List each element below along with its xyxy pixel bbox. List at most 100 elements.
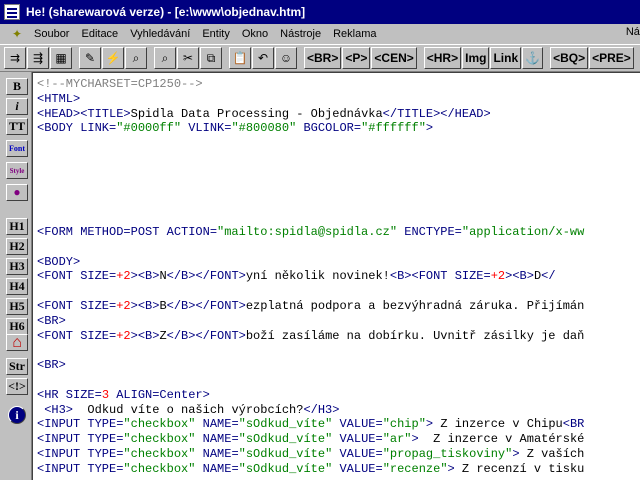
code-token: +2	[116, 328, 131, 343]
code-line[interactable]: <BR>	[37, 314, 66, 328]
code-token: Spidla Data Processing - Objednávka	[130, 106, 383, 121]
menu-entity[interactable]: Entity	[196, 28, 236, 40]
image-icon[interactable]: ▦	[50, 47, 72, 69]
cut-icon[interactable]: ✂	[177, 47, 199, 69]
code-token: <H3>	[37, 402, 74, 417]
lightning-icon[interactable]: ⚡	[102, 47, 124, 69]
document-system-icon[interactable]: ✦	[10, 27, 24, 41]
code-token: VALUE=	[332, 447, 383, 461]
code-token: "#ffffff"	[361, 121, 426, 136]
tile-windows-icon[interactable]: ⇉	[4, 47, 26, 69]
font-button[interactable]: Font	[6, 140, 28, 157]
menu-editace[interactable]: Editace	[75, 28, 124, 40]
anchor-tag-button[interactable]: ⚓	[522, 47, 544, 69]
strong-button[interactable]: Str	[6, 358, 28, 375]
code-token: Z inzerce v Chipu	[433, 417, 563, 432]
code-line[interactable]: <!--MYCHARSET=CP1250-->	[37, 77, 203, 91]
h6-button[interactable]: H6	[6, 318, 28, 335]
menu-okno[interactable]: Okno	[236, 28, 274, 40]
code-line[interactable]: <INPUT TYPE="checkbox" NAME="sOdkud_víte…	[37, 447, 584, 461]
code-line[interactable]: <H3> Odkud víte o našich výrobcích?</H3>	[37, 403, 339, 417]
p-tag-button[interactable]: <P>	[342, 47, 371, 69]
br-tag-button[interactable]: <BR>	[304, 47, 342, 69]
menu-vyhledavani[interactable]: Vyhledávání	[124, 28, 196, 40]
bold-button[interactable]: B	[6, 78, 28, 95]
hr-tag-button[interactable]: <HR>	[423, 47, 462, 69]
main-toolbar: ⇉ ⇶ ▦ ✎ ⚡ ⌕ ⌕ ✂ ⧉ 📋 ↶ ☺ <BR> <P> <CEN> <HR> Img Link ⚓ <BQ>…	[0, 44, 640, 72]
code-token: VALUE=	[332, 432, 383, 447]
style-button[interactable]: Style	[6, 162, 28, 179]
teletype-button[interactable]: TT	[6, 118, 28, 135]
comment-button[interactable]: <!>	[6, 378, 28, 395]
code-token: BGCOLOR=	[296, 121, 362, 136]
menu-reklama[interactable]: Reklama	[327, 28, 382, 40]
code-line[interactable]: <FORM METHOD=POST ACTION="mailto:spidla@…	[37, 225, 584, 239]
code-token: </H3>	[303, 402, 340, 417]
code-line[interactable]: <HR SIZE=3 ALIGN=Center>	[37, 388, 210, 402]
code-token: ><B>	[130, 299, 160, 313]
code-line[interactable]: <HEAD><TITLE>Spidla Data Processing - Ob…	[37, 107, 491, 121]
code-token: boží zasíláme na dobírku. Uvnitř zásilky…	[245, 328, 585, 343]
code-token: <HEAD><TITLE>	[37, 106, 131, 121]
code-token: ALIGN=Center>	[109, 387, 210, 402]
pre-tag-button[interactable]: <PRE>	[589, 47, 634, 69]
code-token: "sOdkud_víte"	[238, 447, 333, 461]
code-token: <INPUT TYPE=	[37, 461, 124, 476]
code-token: </B></FONT>	[166, 299, 246, 313]
code-token: "checkbox"	[123, 417, 196, 432]
code-editor[interactable]: <!--MYCHARSET=CP1250--> <HTML> <HEAD><TITL…	[32, 72, 640, 480]
code-token: <INPUT TYPE=	[37, 432, 124, 447]
code-line[interactable]: <INPUT TYPE="checkbox" NAME="sOdkud_víte…	[37, 462, 584, 476]
h4-button[interactable]: H4	[6, 278, 28, 295]
code-token: >	[411, 432, 419, 447]
code-line[interactable]: <FONT SIZE=+2><B>N</B></FONT>yní několik…	[37, 269, 556, 283]
code-token: Z	[159, 328, 167, 343]
code-token: </TITLE></HEAD>	[382, 106, 491, 121]
code-token: VALUE=	[332, 417, 383, 432]
h2-button[interactable]: H2	[6, 238, 28, 255]
italic-button[interactable]: i	[6, 98, 28, 115]
h5-button[interactable]: H5	[6, 298, 28, 315]
code-token: ><B>	[505, 269, 534, 284]
code-token: <FONT SIZE=	[37, 269, 117, 284]
link-tag-button[interactable]: Link	[490, 47, 522, 69]
code-token: 3	[101, 387, 110, 402]
code-line[interactable]: <FONT SIZE=+2><B>Z</B></FONT>boží zasílá…	[37, 329, 584, 343]
cascade-windows-icon[interactable]: ⇶	[27, 47, 49, 69]
code-token: Z recenzí v tisku	[454, 461, 585, 476]
menu-soubor[interactable]: Soubor	[28, 28, 75, 40]
home-button[interactable]: ⌂	[6, 334, 28, 351]
code-token: "sOdkud_víte"	[238, 417, 333, 432]
undo-icon[interactable]: ↶	[252, 47, 274, 69]
menu-nastroje[interactable]: Nástroje	[274, 28, 327, 40]
code-line[interactable]: <BR>	[37, 358, 66, 372]
binoculars-icon[interactable]: ⌕	[125, 47, 147, 69]
paste-icon[interactable]: 📋	[229, 47, 251, 69]
paint-icon[interactable]: ✎	[79, 47, 101, 69]
code-line[interactable]: <HTML>	[37, 92, 80, 106]
bomb-button[interactable]: ●	[6, 184, 28, 201]
blockquote-tag-button[interactable]: <BQ>	[550, 47, 589, 69]
code-token: <HR SIZE=	[37, 387, 102, 402]
info-button[interactable]: i	[8, 406, 26, 424]
code-line[interactable]: <INPUT TYPE="checkbox" NAME="sOdkud_víte…	[37, 417, 584, 431]
img-tag-button[interactable]: Img	[462, 47, 490, 69]
code-line[interactable]: <FONT SIZE=+2><B>B</B></FONT>ezplatná po…	[37, 299, 584, 313]
code-token: yní několik novinek!	[245, 269, 390, 284]
center-tag-button[interactable]: <CEN>	[371, 47, 417, 69]
binoculars-replace-icon[interactable]: ⌕	[154, 47, 176, 69]
tag-side-toolbar: Bi TT Font Style ● H1 H2 H3 H4 H5 H6 ⌂ Str <!> i	[0, 72, 32, 480]
code-token: "recenze"	[382, 461, 448, 476]
copy-icon[interactable]: ⧉	[200, 47, 222, 69]
h3-button[interactable]: H3	[6, 258, 28, 275]
face-icon[interactable]: ☺	[275, 47, 297, 69]
code-line[interactable]: <INPUT TYPE="checkbox" NAME="sOdkud_víte…	[37, 432, 584, 446]
code-line[interactable]: <BODY>	[37, 255, 80, 269]
menu-napoveda[interactable]: Náp	[626, 26, 640, 38]
code-token: <BR	[562, 417, 585, 432]
app-icon[interactable]	[4, 4, 20, 20]
code-token: "#800080"	[231, 121, 297, 136]
code-line[interactable]: <BODY LINK="#0000ff" VLINK="#800080" BGC…	[37, 121, 433, 135]
code-token: "#0000ff"	[116, 121, 182, 136]
h1-button[interactable]: H1	[6, 218, 28, 235]
